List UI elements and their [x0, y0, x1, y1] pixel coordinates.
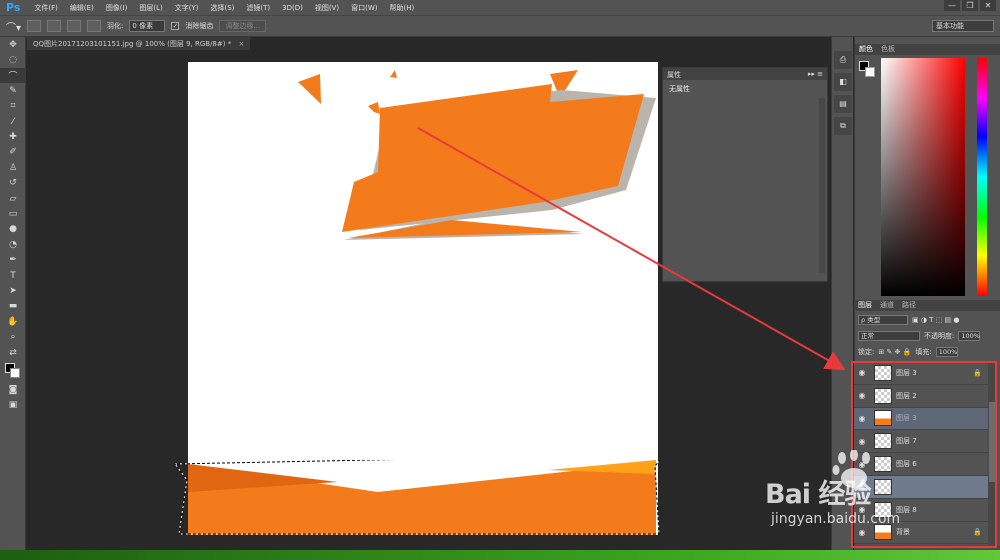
lock-row: 锁定: ⊞ ✎ ✥ 🔒 填充: 100% [854, 347, 1000, 357]
properties-panel-icon[interactable]: ▤ [834, 95, 852, 113]
antialias-checkbox[interactable]: ✓ [171, 22, 180, 30]
healing-brush-tool-icon[interactable]: ✚ [0, 129, 26, 144]
zoom-tool-icon[interactable]: ⌕ [0, 329, 26, 344]
close-tab-icon[interactable]: × [238, 40, 244, 48]
hand-tool-icon[interactable]: ✋ [0, 314, 26, 329]
lock-label: 锁定: [858, 348, 875, 356]
menu-layer[interactable]: 图层(L) [133, 3, 168, 13]
menu-image[interactable]: 图像(I) [100, 3, 134, 13]
type-tool-icon[interactable]: T [0, 268, 26, 283]
tab-layers[interactable]: 图层 [858, 300, 872, 311]
lasso-tool-icon[interactable]: ⌒ [0, 67, 26, 84]
new-selection-button[interactable] [27, 20, 42, 32]
layer-filter-row: ρ 类型 ▣ ◑ T ⬚ ▤ ● [854, 315, 1000, 325]
eraser-tool-icon[interactable]: ▱ [0, 191, 26, 206]
clone-stamp-tool-icon[interactable]: ♙ [0, 160, 26, 175]
feather-label: 羽化: [107, 22, 124, 30]
baidu-watermark: Bai 经验 jingyan.baidu.com [765, 472, 965, 542]
menu-bar: Ps 文件(F) 编辑(E) 图像(I) 图层(L) 文字(Y) 选择(S) 滤… [0, 0, 1000, 15]
quick-select-tool-icon[interactable]: ✎ [0, 83, 26, 98]
layer-filter-icons[interactable]: ▣ ◑ T ⬚ ▤ ● [912, 316, 959, 324]
menu-filter[interactable]: 滤镜(T) [240, 3, 276, 13]
lasso-tool-preset-icon[interactable]: ⌒▾ [6, 19, 21, 34]
eyedropper-tool-icon[interactable]: ⁄ [0, 114, 26, 129]
crop-tool-icon[interactable]: ⌗ [0, 99, 26, 114]
document-tab-title: QQ图片20171203101151.jpg @ 100% (图层 9, RGB… [33, 40, 232, 48]
tools-panel: ✥ ◌ ⌒ ✎ ⌗ ⁄ ✚ ✐ ♙ ↺ ▱ ▭ ● ◔ ✒ T ➤ ▬ ✋ ⌕ … [0, 37, 26, 550]
lock-icons[interactable]: ⊞ ✎ ✥ 🔒 [878, 348, 911, 356]
history-panel-icon[interactable]: ⎙ [834, 51, 852, 69]
intersect-selection-button[interactable] [87, 20, 102, 32]
properties-panel: 属性 ▸▸ ≡ 无属性 [662, 67, 828, 282]
layers-panel-tabs: 图层 通道 路径 [854, 300, 1000, 311]
feather-input[interactable]: 0 像素 [129, 20, 166, 32]
background-color-swatch[interactable] [865, 67, 875, 77]
shape-triangle-1 [298, 74, 321, 104]
menu-edit[interactable]: 编辑(E) [64, 3, 100, 13]
shape-triangle-3 [368, 102, 380, 114]
close-button[interactable]: ✕ [980, 0, 996, 11]
options-bar: ⌒▾ 羽化: 0 像素 ✓ 消除锯齿 调整边缘... 基本功能 [0, 15, 1000, 37]
photoshop-logo: Ps [6, 1, 21, 14]
hue-slider[interactable] [977, 58, 987, 296]
opacity-label: 不透明度: [924, 332, 955, 340]
color-swatches-icon[interactable] [0, 360, 26, 382]
status-bar [0, 550, 1000, 560]
marquee-tool-icon[interactable]: ◌ [0, 52, 26, 67]
tab-channels[interactable]: 通道 [880, 300, 894, 311]
properties-scrollbar[interactable] [819, 98, 825, 273]
workspace-select[interactable]: 基本功能 [932, 20, 994, 32]
tab-swatches[interactable]: 色板 [881, 44, 895, 55]
adjustments-panel-icon[interactable]: ◧ [834, 73, 852, 91]
screen-mode-icon[interactable]: ▣ [0, 398, 26, 413]
shape-tool-icon[interactable]: ▬ [0, 299, 26, 314]
tab-color[interactable]: 颜色 [859, 44, 873, 55]
fill-input[interactable]: 100% [935, 347, 958, 357]
window-controls: — ❐ ✕ [944, 0, 996, 11]
path-select-tool-icon[interactable]: ➤ [0, 283, 26, 298]
selection-marquee [174, 460, 661, 535]
document-tab[interactable]: QQ图片20171203101151.jpg @ 100% (图层 9, RGB… [27, 37, 251, 50]
dodge-tool-icon[interactable]: ◔ [0, 237, 26, 252]
menu-3d[interactable]: 3D(D) [276, 4, 309, 12]
blend-row: 正常 不透明度: 100% [854, 331, 1000, 341]
color-panel-tabs: 颜色 色板 [855, 44, 1000, 55]
gradient-tool-icon[interactable]: ▭ [0, 206, 26, 221]
layer-comps-icon[interactable]: ⧉ [834, 117, 852, 135]
fill-label: 填充: [915, 348, 932, 356]
menu-type[interactable]: 文字(Y) [169, 3, 205, 13]
panel-menu-icon[interactable]: ▸▸ ≡ [808, 70, 823, 78]
tab-paths[interactable]: 路径 [902, 300, 916, 311]
pen-tool-icon[interactable]: ✒ [0, 252, 26, 267]
refine-edge-button[interactable]: 调整边缘... [219, 20, 267, 32]
menu-help[interactable]: 帮助(H) [383, 3, 420, 13]
blend-mode-select[interactable]: 正常 [858, 331, 920, 341]
watermark-brand: Bai 经验 [765, 479, 871, 510]
properties-panel-header[interactable]: 属性 ▸▸ ≡ [663, 68, 827, 80]
move-tool-icon[interactable]: ✥ [0, 37, 26, 52]
properties-panel-content: 无属性 [669, 85, 690, 93]
menu-file[interactable]: 文件(F) [28, 3, 64, 13]
properties-panel-title: 属性 [667, 71, 681, 79]
antialias-label: 消除锯齿 [185, 22, 214, 30]
add-selection-button[interactable] [47, 20, 62, 32]
menu-window[interactable]: 窗口(W) [345, 3, 383, 13]
minimize-button[interactable]: — [944, 0, 960, 11]
layer-kind-filter[interactable]: ρ 类型 [858, 315, 908, 325]
subtract-selection-button[interactable] [67, 20, 82, 32]
default-colors-icon[interactable]: ⇄ [0, 345, 26, 360]
opacity-input[interactable]: 100% [958, 331, 981, 341]
menu-select[interactable]: 选择(S) [204, 3, 240, 13]
quick-mask-icon[interactable]: ◙ [0, 382, 26, 397]
brush-tool-icon[interactable]: ✐ [0, 145, 26, 160]
restore-button[interactable]: ❐ [962, 0, 978, 11]
shape-triangle-2 [390, 70, 397, 78]
color-picker-field[interactable] [881, 58, 965, 296]
watermark-url: jingyan.baidu.com [771, 511, 901, 527]
history-brush-tool-icon[interactable]: ↺ [0, 176, 26, 191]
menu-view[interactable]: 视图(V) [309, 3, 345, 13]
blur-tool-icon[interactable]: ● [0, 222, 26, 237]
